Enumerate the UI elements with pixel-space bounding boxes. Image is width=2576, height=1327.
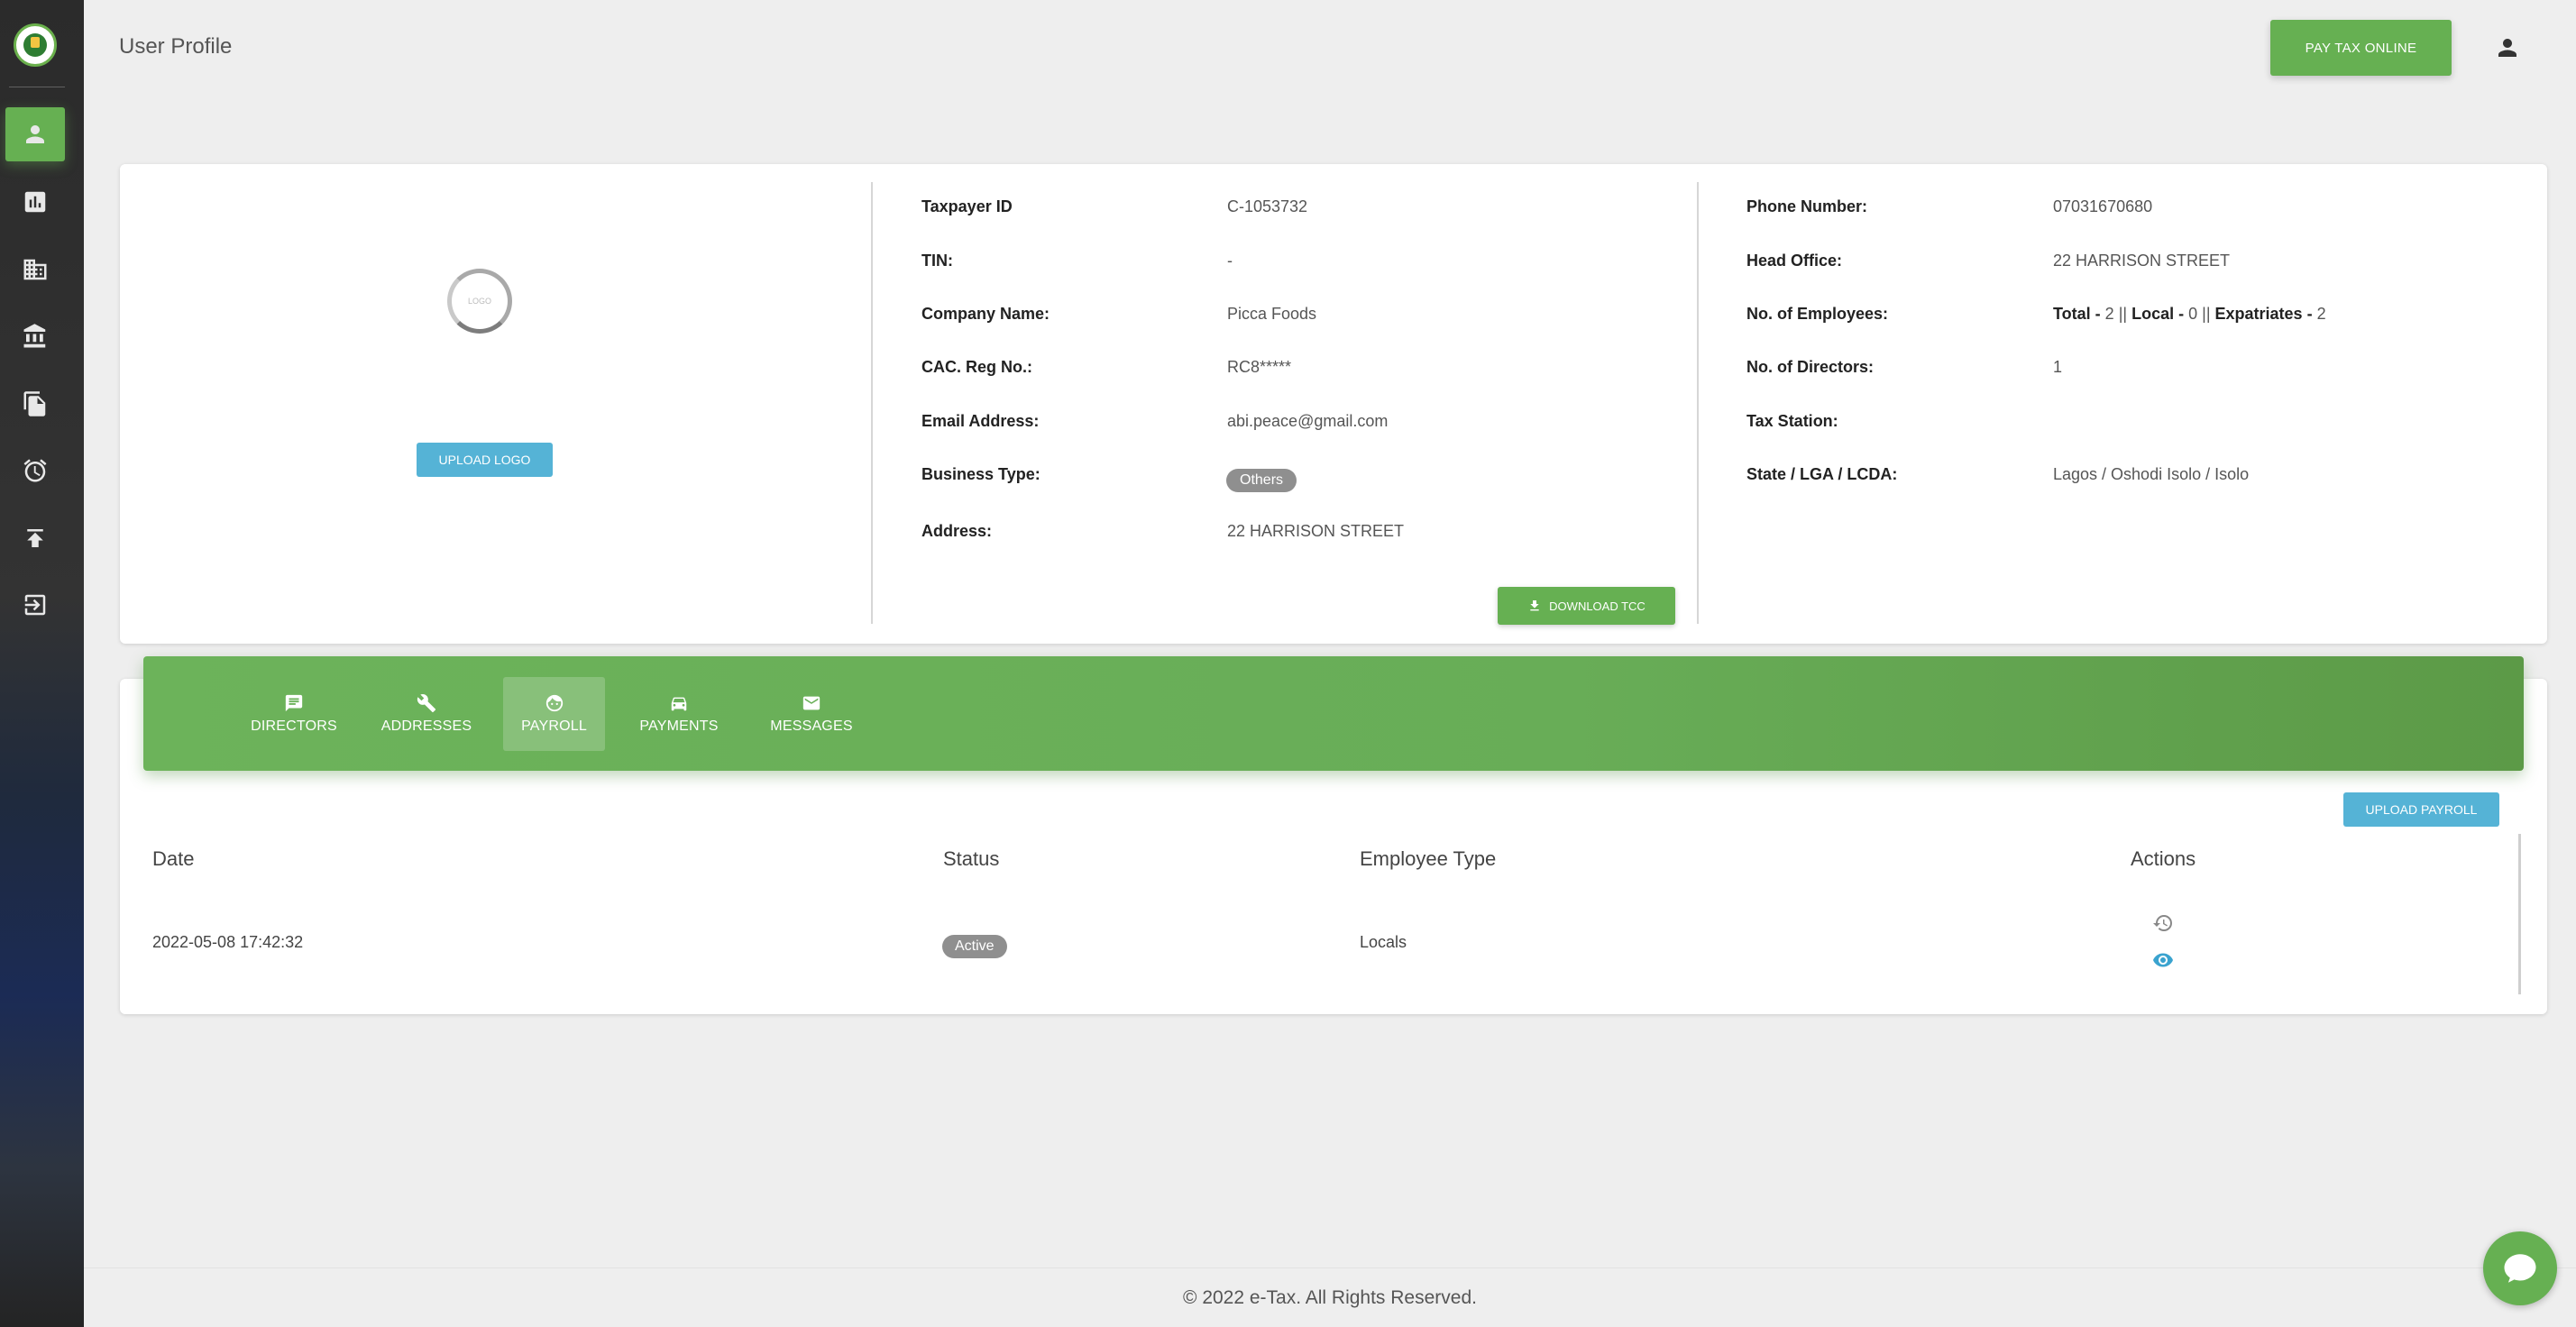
business-type-badge: Others <box>1226 469 1297 492</box>
app-logo[interactable] <box>14 23 57 67</box>
directors-count-label: No. of Directors: <box>1746 358 1875 376</box>
company-logo-placeholder: LOGO <box>447 269 512 334</box>
row-date: 2022-05-08 17:42:32 <box>152 933 304 951</box>
bank-icon <box>23 324 46 348</box>
phone-label: Phone Number: <box>1746 197 1868 215</box>
tab-label: PAYMENTS <box>639 718 719 734</box>
upload-icon <box>27 529 43 547</box>
footer-copyright: © 2022 e-Tax. All Rights Reserved. <box>1183 1287 1477 1308</box>
user-account-icon[interactable] <box>2494 34 2521 61</box>
pay-tax-online-button[interactable]: PAY TAX ONLINE <box>2270 20 2452 76</box>
download-icon <box>1530 600 1539 611</box>
view-eye-icon[interactable] <box>2152 949 2174 971</box>
separator: || <box>2202 305 2211 323</box>
alarm-clock-icon <box>23 459 47 482</box>
directors-count-value: 1 <box>2053 358 2063 376</box>
face-icon <box>545 694 563 712</box>
tin-label: TIN: <box>921 252 953 270</box>
separator: || <box>2118 305 2128 323</box>
status-badge: Active <box>942 935 1007 958</box>
row-employee-type: Locals <box>1360 933 1407 951</box>
address-value: 22 HARRISON STREET <box>1227 522 1405 540</box>
company-name-label: Company Name: <box>921 305 1050 323</box>
total-label: Total - <box>2053 305 2101 323</box>
cac-reg-label: CAC. Reg No.: <box>921 358 1032 376</box>
taxpayer-id-label: Taxpayer ID <box>921 197 1013 215</box>
phone-value: 07031670680 <box>2053 197 2153 215</box>
state-lga-value: Lagos / Oshodi Isolo / Isolo <box>2053 465 2250 483</box>
head-office-value: 22 HARRISON STREET <box>2053 252 2231 270</box>
sidebar-item-reminders[interactable] <box>5 444 65 498</box>
bar-chart-icon <box>24 191 46 213</box>
sidebar-item-upload[interactable] <box>5 511 65 565</box>
tab-messages[interactable]: MESSAGES <box>765 677 858 751</box>
column-divider <box>1697 182 1699 624</box>
employees-label: No. of Employees: <box>1746 305 1889 323</box>
business-type-label: Business Type: <box>921 465 1040 483</box>
tab-label: MESSAGES <box>770 718 853 734</box>
car-icon <box>671 697 687 711</box>
page-title: User Profile <box>119 34 233 59</box>
column-header-employee-type: Employee Type <box>1360 847 1497 870</box>
tab-payroll[interactable]: PAYROLL <box>503 677 605 751</box>
taxpayer-id-value: C-1053732 <box>1227 197 1308 215</box>
download-tcc-label: DOWNLOAD TCC <box>1549 599 1646 613</box>
sidebar-item-company[interactable] <box>5 243 65 297</box>
tab-label: PAYROLL <box>521 718 587 734</box>
cac-reg-value: RC8***** <box>1227 358 1292 376</box>
sidebar-item-reports[interactable] <box>5 175 65 229</box>
tab-directors[interactable]: DIRECTORS <box>251 677 337 751</box>
email-label: Email Address: <box>921 412 1040 430</box>
tab-bar: DIRECTORS ADDRESSES PAYROLL PAYMENTS MES… <box>143 656 2524 771</box>
sidebar-item-logout[interactable] <box>5 578 65 632</box>
expatriates-count: 2 <box>2316 305 2326 323</box>
documents-icon <box>23 391 46 416</box>
profile-card: LOGO UPLOAD LOGO Taxpayer ID C-1053732 T… <box>120 164 2547 644</box>
chat-widget-button[interactable] <box>2483 1231 2557 1305</box>
head-office-label: Head Office: <box>1746 252 1843 270</box>
column-header-actions: Actions <box>2131 847 2196 870</box>
tab-label: ADDRESSES <box>380 718 472 734</box>
upload-payroll-button[interactable]: UPLOAD PAYROLL <box>2343 792 2499 827</box>
sidebar-item-profile[interactable] <box>5 107 65 161</box>
column-header-status: Status <box>943 847 1000 870</box>
logout-icon <box>24 594 46 616</box>
email-value: abi.peace@gmail.com <box>1227 412 1389 430</box>
tab-label: DIRECTORS <box>251 718 337 734</box>
sidebar-item-bank[interactable] <box>5 309 65 363</box>
local-label: Local - <box>2131 305 2185 323</box>
tax-station-label: Tax Station: <box>1746 412 1838 430</box>
tab-payments[interactable]: PAYMENTS <box>637 677 721 751</box>
tab-addresses[interactable]: ADDRESSES <box>380 677 472 751</box>
person-icon <box>26 125 44 143</box>
address-label: Address: <box>921 522 993 540</box>
tin-value: - <box>1227 252 1233 270</box>
table-scrollbar[interactable] <box>2518 834 2521 994</box>
logo-placeholder-text: LOGO <box>467 297 491 306</box>
wrench-icon <box>417 694 436 713</box>
upload-logo-button[interactable]: UPLOAD LOGO <box>417 443 553 477</box>
download-tcc-button[interactable]: DOWNLOAD TCC <box>1498 587 1675 625</box>
local-count: 0 <box>2188 305 2198 323</box>
column-divider <box>871 182 873 624</box>
history-icon[interactable] <box>2152 912 2174 934</box>
building-icon <box>23 259 47 280</box>
chat-bubble-icon <box>285 694 303 712</box>
employees-value: Total - 2 || Local - 0 || Expatriates - … <box>2053 305 2326 324</box>
mail-icon <box>802 696 820 710</box>
expatriates-label: Expatriates - <box>2214 305 2313 323</box>
total-count: 2 <box>2104 305 2114 323</box>
sidebar <box>0 0 84 1327</box>
company-name-value: Picca Foods <box>1227 305 1317 323</box>
sidebar-item-documents[interactable] <box>5 377 65 431</box>
chat-icon <box>2504 1254 2536 1283</box>
state-lga-label: State / LGA / LCDA: <box>1746 465 1898 483</box>
column-header-date: Date <box>152 847 195 870</box>
